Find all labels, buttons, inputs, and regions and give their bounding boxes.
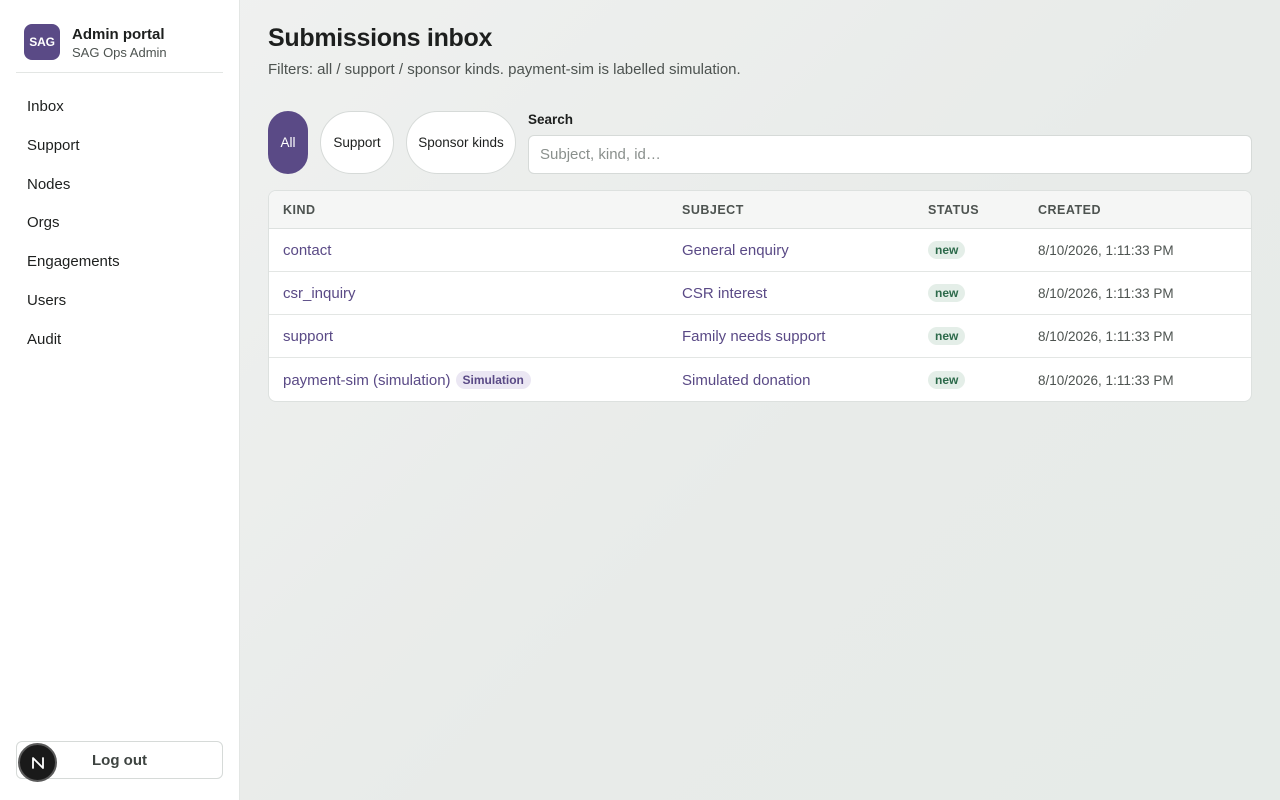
filter-chip-all[interactable]: All [268, 111, 308, 174]
sidebar-item-users[interactable]: Users [16, 282, 223, 321]
n-glyph-icon [31, 756, 44, 769]
status-badge: new [928, 284, 966, 302]
table-header: KIND SUBJECT STATUS CREATED [269, 191, 1251, 229]
status-badge: new [928, 371, 966, 389]
kind-cell[interactable]: contact [283, 229, 331, 271]
page-subtitle: Filters: all / support / sponsor kinds. … [268, 61, 741, 78]
sidebar-item-nodes[interactable]: Nodes [16, 166, 223, 205]
kind-cell[interactable]: csr_inquiry [283, 272, 356, 314]
filter-chip-support[interactable]: Support [320, 111, 394, 174]
status-cell: new [928, 358, 966, 401]
table-row[interactable]: contact General enquiry new 8/10/2026, 1… [269, 229, 1251, 272]
brand-logo: SAG [24, 24, 60, 60]
search-input[interactable] [528, 135, 1252, 174]
status-badge: new [928, 241, 966, 259]
subject-link[interactable]: General enquiry [682, 229, 789, 271]
subject-link[interactable]: Family needs support [682, 315, 825, 357]
status-cell: new [928, 272, 966, 314]
search-label: Search [528, 112, 574, 127]
kind-link[interactable]: contact [283, 242, 331, 259]
sidebar-nav: Inbox Support Nodes Orgs Engagements Use… [16, 88, 223, 360]
column-header-created: CREATED [1038, 203, 1101, 217]
column-header-subject: SUBJECT [682, 203, 744, 217]
sidebar-item-support[interactable]: Support [16, 127, 223, 166]
table-row[interactable]: csr_inquiry CSR interest new 8/10/2026, … [269, 272, 1251, 315]
sidebar: SAG Admin portal SAG Ops Admin Inbox Sup… [0, 0, 240, 800]
kind-link[interactable]: csr_inquiry [283, 285, 356, 302]
page-title: Submissions inbox [268, 24, 493, 52]
created-cell: 8/10/2026, 1:11:33 PM [1038, 242, 1174, 258]
kind-cell[interactable]: support [283, 315, 333, 357]
column-header-kind: KIND [283, 203, 316, 217]
column-header-status: STATUS [928, 203, 980, 217]
status-badge: new [928, 327, 966, 345]
sidebar-item-audit[interactable]: Audit [16, 321, 223, 360]
submissions-table: KIND SUBJECT STATUS CREATED contact Gene… [268, 190, 1252, 402]
simulation-badge: Simulation [455, 371, 531, 389]
sidebar-item-inbox[interactable]: Inbox [16, 88, 223, 127]
subject-link[interactable]: CSR interest [682, 272, 767, 314]
status-cell: new [928, 229, 966, 271]
brand-subtitle: SAG Ops Admin [72, 45, 167, 60]
subject-link[interactable]: Simulated donation [682, 358, 810, 401]
filter-chip-sponsor-kinds[interactable]: Sponsor kinds [406, 111, 516, 174]
sidebar-item-engagements[interactable]: Engagements [16, 243, 223, 282]
brand-title: Admin portal [72, 26, 165, 43]
created-cell: 8/10/2026, 1:11:33 PM [1038, 285, 1174, 301]
created-cell: 8/10/2026, 1:11:33 PM [1038, 372, 1174, 388]
brand: SAG Admin portal SAG Ops Admin [16, 24, 223, 73]
created-cell: 8/10/2026, 1:11:33 PM [1038, 328, 1174, 344]
kind-link[interactable]: payment-sim (simulation) [283, 372, 451, 389]
sidebar-item-orgs[interactable]: Orgs [16, 204, 223, 243]
table-row[interactable]: payment-sim (simulation) Simulation Simu… [269, 358, 1251, 401]
table-row[interactable]: support Family needs support new 8/10/20… [269, 315, 1251, 358]
status-cell: new [928, 315, 966, 357]
nextjs-n-icon[interactable] [18, 743, 57, 782]
kind-cell[interactable]: payment-sim (simulation) Simulation [283, 358, 531, 401]
kind-link[interactable]: support [283, 328, 333, 345]
